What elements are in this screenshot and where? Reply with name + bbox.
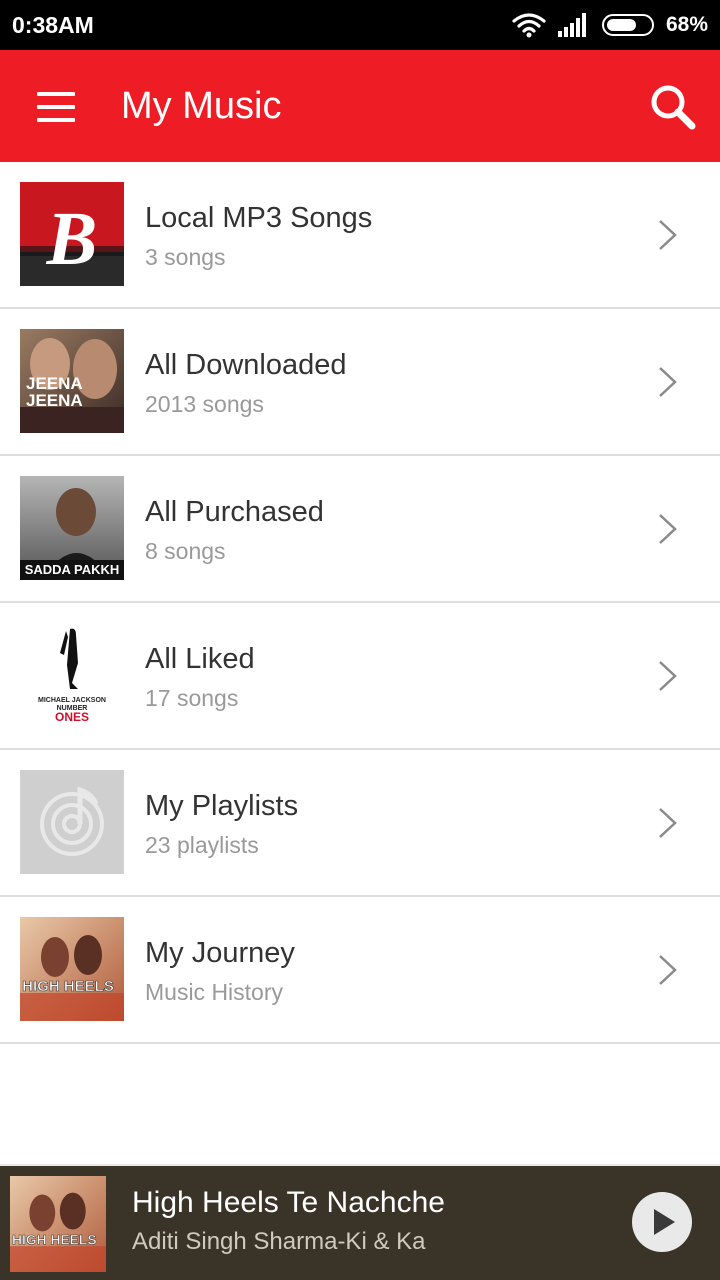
all-downloaded-art: JEENA JEENA	[20, 329, 124, 433]
chevron-right-icon	[659, 808, 677, 838]
wifi-icon	[512, 13, 546, 38]
now-playing-art: HIGH HEELS	[10, 1176, 106, 1272]
list-item-local-mp3[interactable]: B Local MP3 Songs 3 songs	[0, 162, 720, 309]
list-item-all-downloaded[interactable]: JEENA JEENA All Downloaded 2013 songs	[0, 309, 720, 456]
svg-text:B: B	[46, 197, 98, 281]
svg-text:JEENA: JEENA	[26, 391, 83, 410]
chevron-right-icon	[659, 220, 677, 250]
list-item-title: All Downloaded	[145, 349, 347, 381]
list-item-title: All Liked	[145, 643, 255, 675]
now-playing-title: High Heels Te Nachche	[132, 1186, 445, 1219]
list-item-subtitle: 2013 songs	[145, 391, 264, 417]
list-item-title: My Playlists	[145, 790, 299, 822]
list-item-subtitle: 3 songs	[145, 244, 226, 270]
list-item-subtitle: 8 songs	[145, 538, 226, 564]
my-journey-art: HIGH HEELS	[20, 917, 124, 1021]
chevron-right-icon	[659, 661, 677, 691]
search-icon[interactable]	[648, 82, 698, 132]
chevron-right-icon	[659, 955, 677, 985]
music-category-list: B Local MP3 Songs 3 songs JEENA JEENA Al…	[0, 162, 720, 1044]
chevron-right-icon	[659, 514, 677, 544]
menu-icon[interactable]	[37, 92, 75, 122]
play-icon	[654, 1209, 675, 1235]
all-liked-art: MICHAEL JACKSON NUMBER ONES	[20, 623, 124, 727]
now-playing-bar[interactable]: HIGH HEELS High Heels Te Nachche Aditi S…	[0, 1164, 720, 1280]
signal-icon	[557, 13, 586, 37]
battery-percent: 68%	[665, 13, 708, 36]
svg-text:MICHAEL JACKSON: MICHAEL JACKSON	[38, 697, 106, 704]
local-mp3-art: B	[20, 182, 124, 286]
list-item-all-purchased[interactable]: SADDA PAKKH All Purchased 8 songs	[0, 456, 720, 603]
all-purchased-art: SADDA PAKKH	[20, 476, 124, 580]
list-item-my-playlists[interactable]: My Playlists 23 playlists	[0, 750, 720, 897]
svg-text:ONES: ONES	[55, 710, 89, 724]
now-playing-artist: Aditi Singh Sharma-Ki & Ka	[132, 1228, 426, 1255]
status-bar: 0:38AM 68%	[0, 0, 720, 50]
svg-text:SADDA PAKKH: SADDA PAKKH	[25, 562, 120, 577]
battery-level	[606, 19, 636, 31]
list-item-subtitle: Music History	[145, 979, 284, 1005]
playlist-placeholder-icon	[20, 770, 124, 874]
list-item-my-journey[interactable]: HIGH HEELS My Journey Music History	[0, 897, 720, 1044]
app-toolbar: My Music	[0, 50, 720, 162]
status-icons: 68%	[512, 12, 708, 38]
list-item-title: Local MP3 Songs	[145, 202, 373, 234]
list-item-title: My Journey	[145, 937, 295, 969]
svg-text:HIGH HEELS: HIGH HEELS	[12, 1231, 97, 1247]
list-item-subtitle: 23 playlists	[145, 832, 259, 858]
chevron-right-icon	[659, 367, 677, 397]
battery-icon	[601, 14, 654, 36]
status-time: 0:38AM	[12, 11, 94, 38]
list-item-subtitle: 17 songs	[145, 685, 239, 711]
list-item-all-liked[interactable]: MICHAEL JACKSON NUMBER ONES All Liked 17…	[0, 603, 720, 750]
list-item-title: All Purchased	[145, 496, 324, 528]
svg-text:HIGH HEELS: HIGH HEELS	[22, 978, 114, 995]
play-button[interactable]	[632, 1192, 692, 1252]
page-title: My Music	[121, 85, 282, 127]
